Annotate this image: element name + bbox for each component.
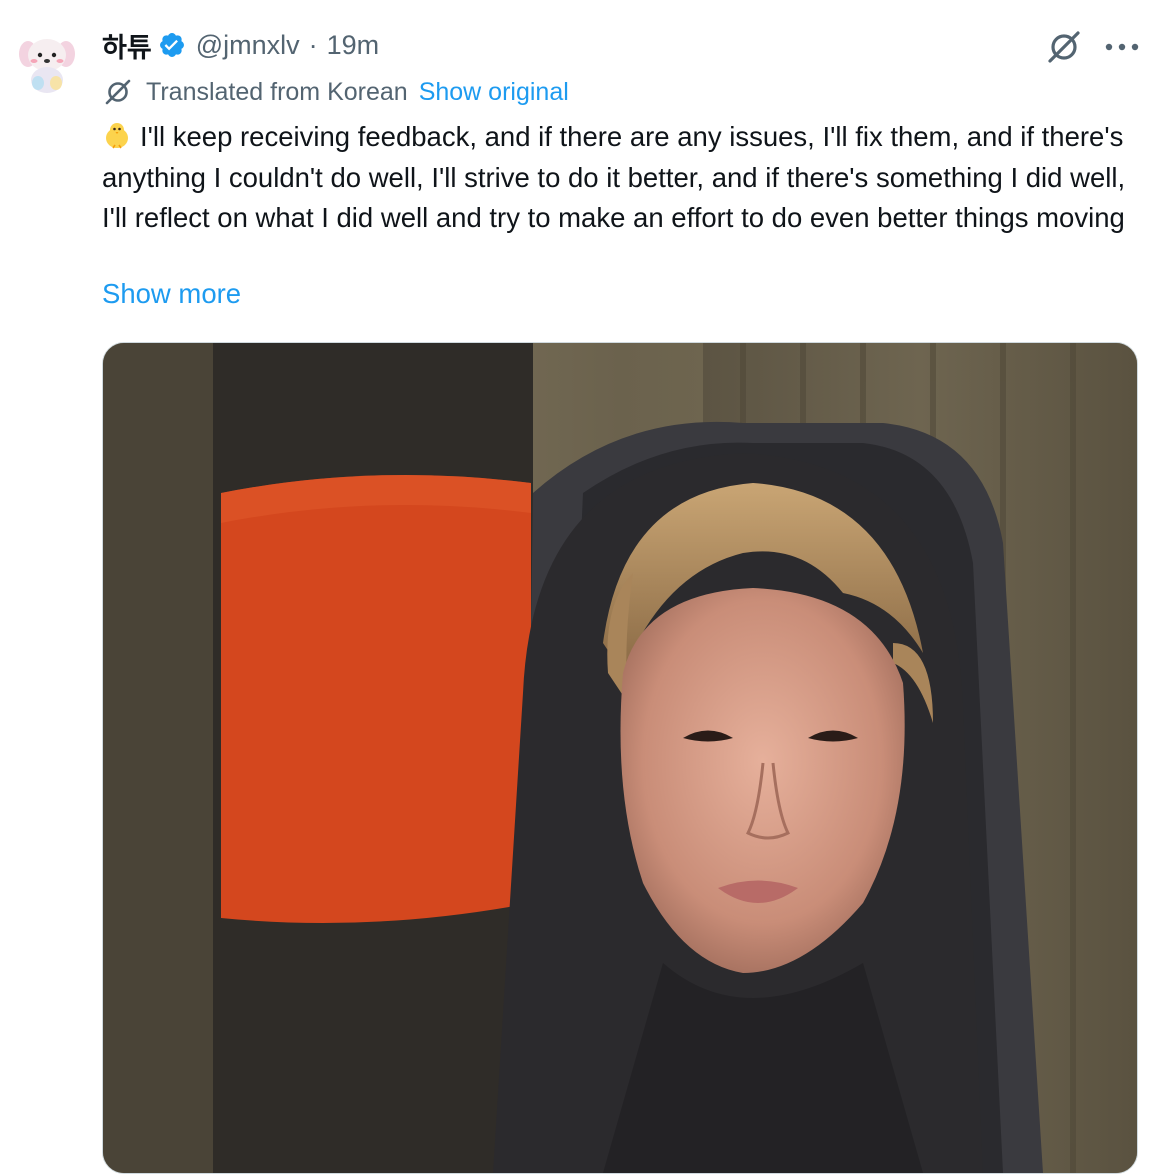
grok-icon[interactable] <box>1045 28 1083 66</box>
tweet-header: 하튜 @jmnxlv · 19m <box>102 27 379 63</box>
translation-notice: Translated from Korean Show original <box>103 75 569 109</box>
separator-dot: · <box>308 29 318 60</box>
translate-icon <box>103 77 133 107</box>
author-handle[interactable]: @jmnxlv <box>196 30 300 61</box>
tweet-actions-top <box>1045 28 1139 66</box>
chick-emoji <box>102 120 132 150</box>
display-name[interactable]: 하튜 <box>102 26 152 65</box>
timestamp[interactable]: 19m <box>327 30 380 61</box>
media-image <box>103 343 1137 1173</box>
tweet-body: I'll keep receiving feedback, and if the… <box>102 121 1126 233</box>
show-more-link[interactable]: Show more <box>102 278 241 310</box>
avatar[interactable] <box>12 28 82 98</box>
verified-badge-icon[interactable] <box>158 31 186 59</box>
more-icon[interactable] <box>1105 42 1139 52</box>
plush-toy-avatar-image <box>12 28 82 98</box>
translated-label: Translated from Korean <box>146 77 408 106</box>
tweet-media[interactable] <box>102 342 1138 1174</box>
show-original-link[interactable]: Show original <box>419 78 569 107</box>
tweet-text: I'll keep receiving feedback, and if the… <box>102 117 1142 239</box>
